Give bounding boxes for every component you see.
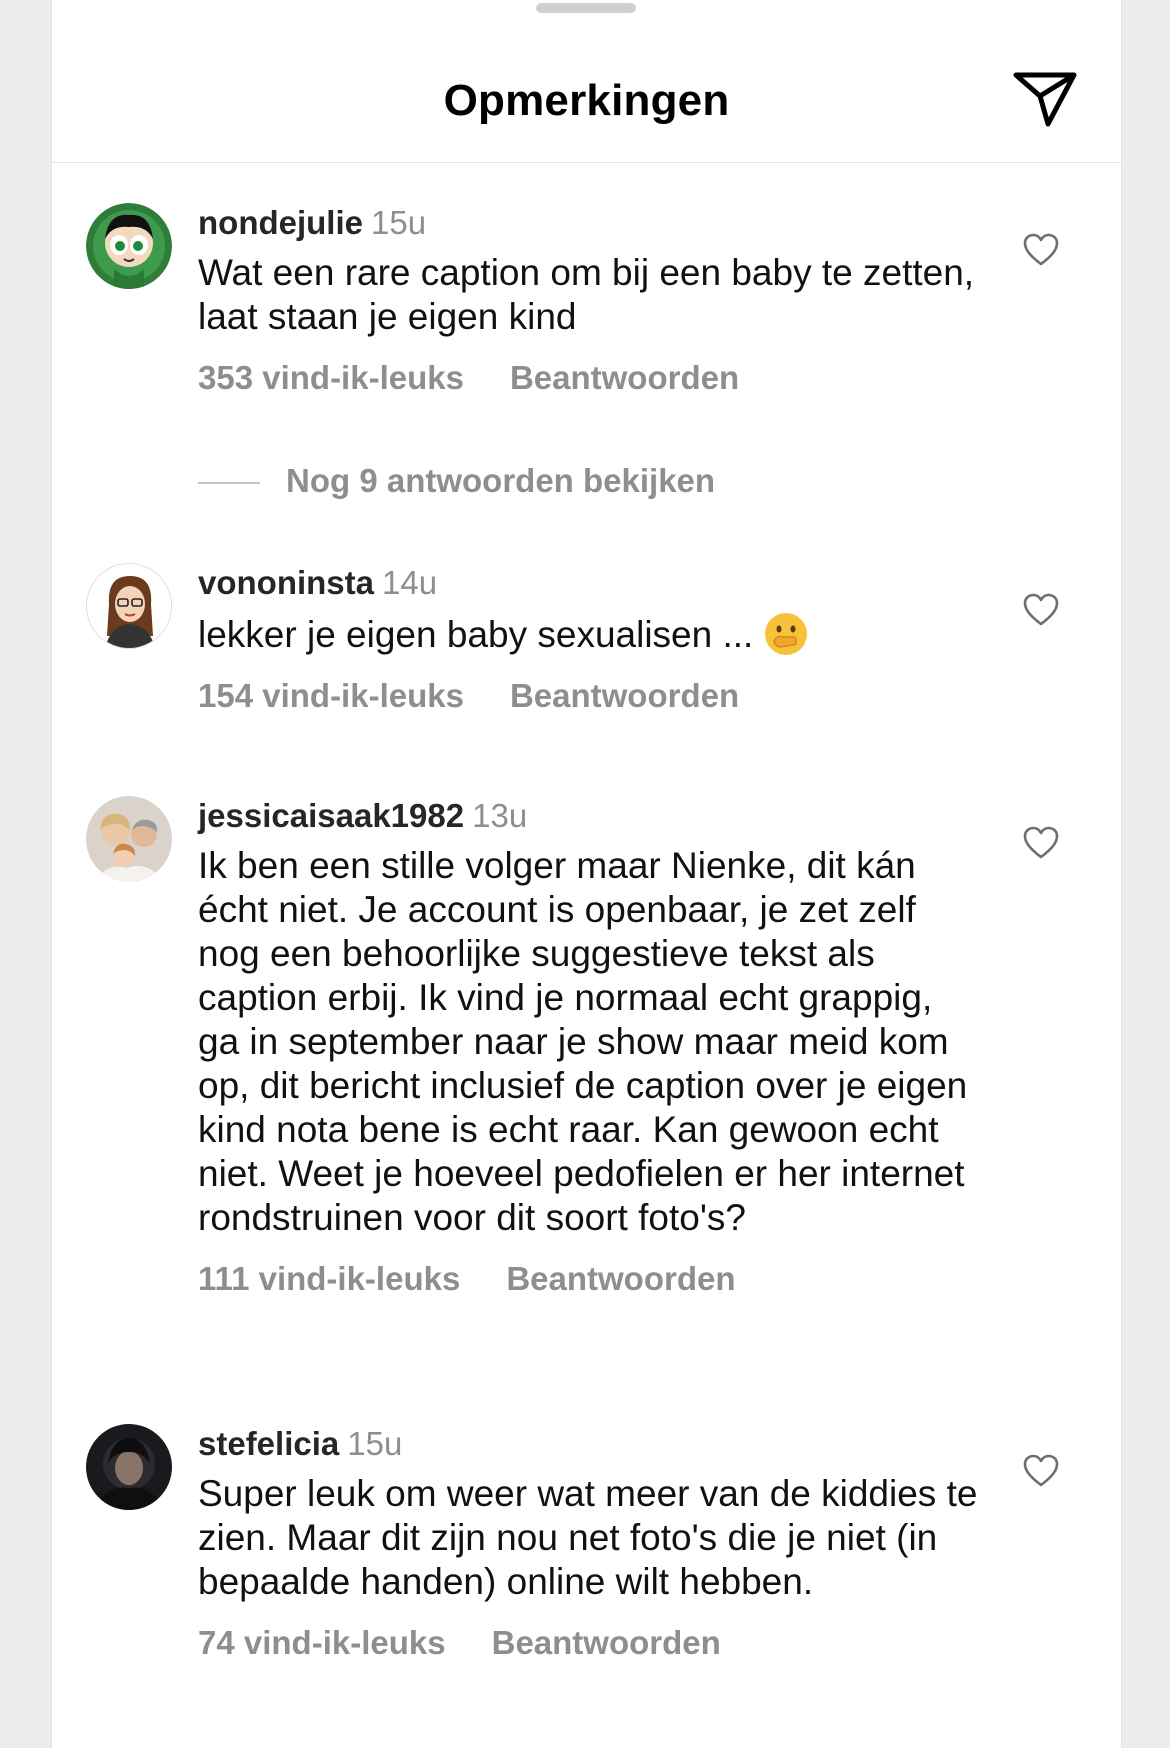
avatar-image (86, 1424, 172, 1510)
heart-icon[interactable] (1023, 233, 1059, 267)
comment-meta: vononinsta 14u (198, 563, 981, 603)
comment-username[interactable]: jessicaisaak1982 (198, 797, 464, 834)
heart-icon[interactable] (1023, 1454, 1059, 1488)
paper-plane-icon[interactable] (1012, 70, 1078, 128)
comment-time: 15u (347, 1425, 403, 1462)
like-count[interactable]: 154 vind-ik-leuks (198, 677, 464, 714)
reply-button[interactable]: Beantwoorden (510, 359, 739, 396)
avatar[interactable] (86, 1424, 172, 1510)
comment-username[interactable]: vononinsta (198, 564, 374, 601)
reply-button[interactable]: Beantwoorden (510, 677, 739, 714)
page-title: Opmerkingen (443, 76, 730, 125)
heart-icon[interactable] (1023, 826, 1059, 860)
reply-button[interactable]: Beantwoorden (492, 1624, 721, 1661)
comment-time: 13u (472, 797, 528, 834)
comment-text: Ik ben een stille volger maar Nienke, di… (198, 845, 968, 1238)
view-replies-button[interactable]: Nog 9 antwoorden bekijken (198, 462, 715, 500)
comment-actions: 353 vind-ik-leuks Beantwoorden (198, 359, 981, 397)
comment-time: 14u (382, 564, 438, 601)
like-count[interactable]: 74 vind-ik-leuks (198, 1624, 446, 1661)
comment-actions: 111 vind-ik-leuks Beantwoorden (198, 1260, 981, 1298)
replies-divider (198, 482, 260, 485)
avatar-image (86, 203, 172, 289)
like-count[interactable]: 111 vind-ik-leuks (198, 1260, 460, 1297)
avatar[interactable] (86, 203, 172, 289)
comment-meta: jessicaisaak1982 13u (198, 796, 981, 836)
avatar-image (86, 796, 172, 882)
comment-text: Super leuk om weer wat meer van de kiddi… (198, 1473, 978, 1602)
comment-username[interactable]: nondejulie (198, 204, 363, 241)
comment-actions: 154 vind-ik-leuks Beantwoorden (198, 677, 981, 715)
avatar[interactable] (86, 796, 172, 882)
comment-body: vononinsta 14u lekker je eigen baby sexua… (198, 563, 981, 715)
comment-meta: stefelicia 15u (198, 1424, 981, 1464)
comments-header: Opmerkingen (52, 0, 1121, 163)
comment-body: stefelicia 15u Super leuk om weer wat mee… (198, 1424, 981, 1662)
view-replies-label: Nog 9 antwoorden bekijken (286, 462, 716, 499)
heart-icon[interactable] (1023, 593, 1059, 627)
comment-text: Wat een rare caption om bij een baby te … (198, 252, 975, 337)
avatar[interactable] (86, 563, 172, 649)
comment-actions: 74 vind-ik-leuks Beantwoorden (198, 1624, 981, 1662)
comment-body: nondejulie 15u Wat een rare caption om bi… (198, 203, 981, 397)
comment-body: jessicaisaak1982 13u Ik ben een stille vo… (198, 796, 981, 1298)
comment-text-content: lekker je eigen baby sexualisen ... (198, 614, 754, 655)
reply-button[interactable]: Beantwoorden (506, 1260, 735, 1297)
hand-over-mouth-emoji (765, 613, 808, 655)
comments-sheet: Opmerkingen nondejulie 15u Wat een rare … (51, 0, 1122, 1748)
like-count[interactable]: 353 vind-ik-leuks (198, 359, 464, 396)
avatar-image (87, 564, 171, 648)
comment-time: 15u (371, 204, 427, 241)
comment-text: lekker je eigen baby sexualisen ... (198, 611, 981, 657)
comment-meta: nondejulie 15u (198, 203, 981, 243)
comment-username[interactable]: stefelicia (198, 1425, 339, 1462)
